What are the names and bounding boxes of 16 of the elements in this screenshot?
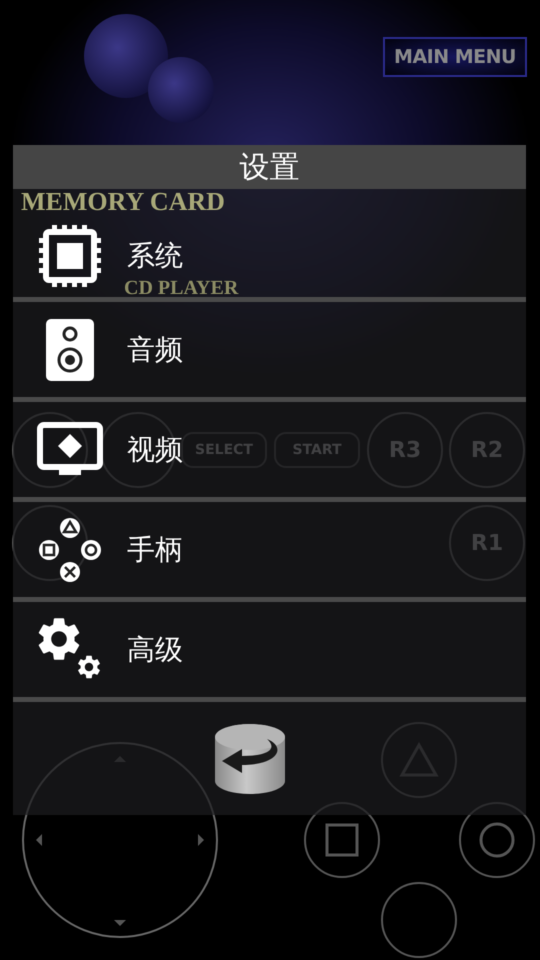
memory-card-label: MEMORY CARD (20, 189, 226, 215)
dialog-title: 设置 (13, 145, 526, 189)
square-icon (325, 823, 359, 857)
settings-menu-item[interactable]: 音频 (13, 302, 526, 402)
menu-item-label: 音频 (127, 332, 183, 368)
main-menu-button[interactable]: MAIN MENU (383, 37, 527, 77)
settings-menu-item[interactable]: 高级 (13, 602, 526, 702)
cd-player-label: CD PLAYER (124, 277, 238, 300)
gamepad-icon (37, 516, 103, 582)
circle-icon (479, 822, 515, 858)
chip-icon (37, 223, 103, 289)
menu-item-label: 高级 (127, 632, 183, 668)
menu-item-label: 手柄 (127, 532, 183, 568)
face-button[interactable] (381, 882, 457, 958)
menu-item-label: 视频 (127, 432, 183, 468)
menu-item-label: 系统 (127, 238, 183, 274)
